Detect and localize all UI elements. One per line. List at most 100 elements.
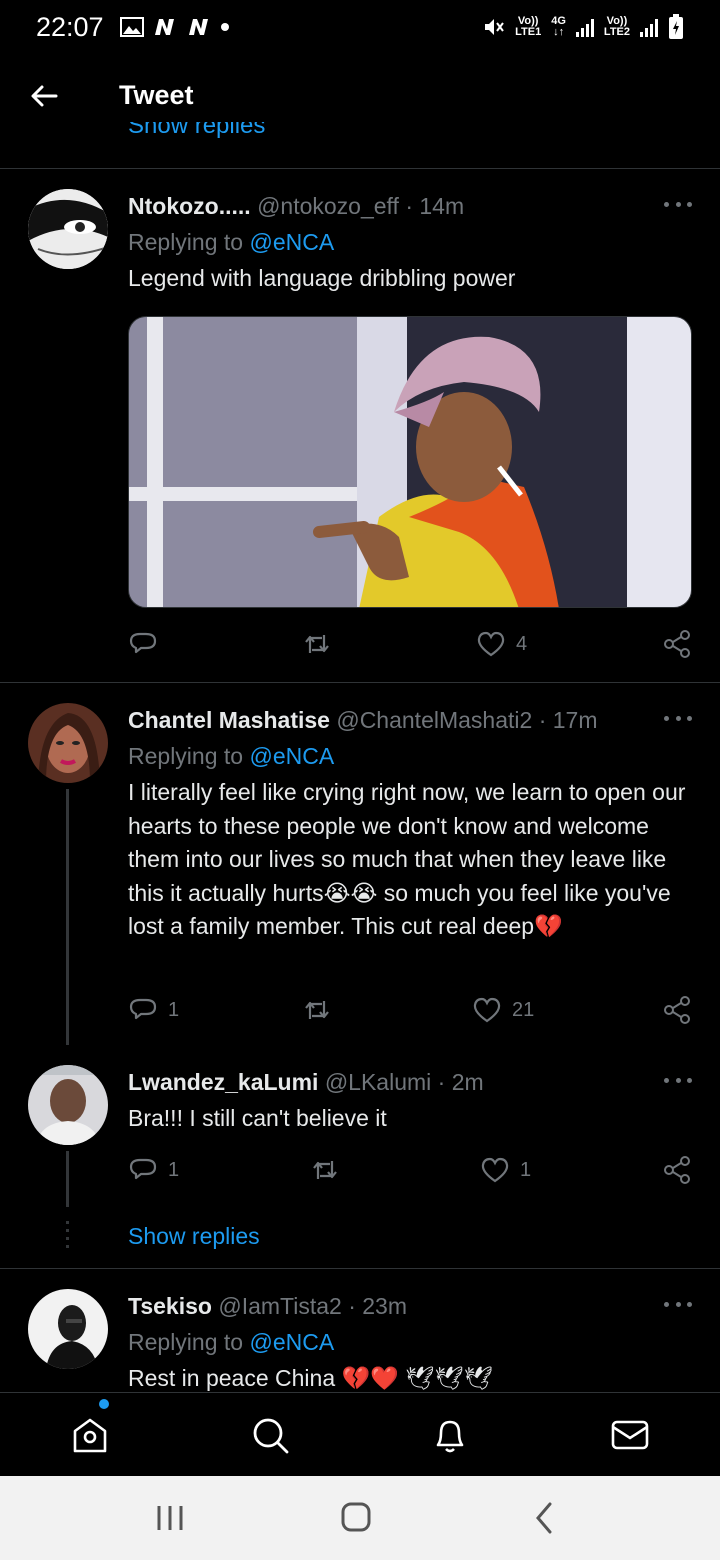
- home-icon[interactable]: [70, 1415, 110, 1455]
- share-button[interactable]: [662, 995, 692, 1025]
- reply-mention-link[interactable]: @eNCA: [249, 1329, 334, 1355]
- notification-dot: [99, 1399, 109, 1409]
- tweet-ntokozo[interactable]: Ntokozo..... @ntokozo_eff · 14m Replying…: [0, 169, 720, 682]
- retweet-icon: [305, 635, 329, 653]
- tweet-actions: 1 1: [128, 1155, 694, 1189]
- signal-icon: [575, 17, 594, 37]
- more-options-icon[interactable]: [664, 716, 692, 724]
- home-button-icon[interactable]: [336, 1500, 376, 1536]
- more-options-icon[interactable]: [664, 1078, 692, 1086]
- like-button[interactable]: 21: [472, 995, 534, 1025]
- timestamp: · 23m: [348, 1293, 407, 1319]
- handle[interactable]: @IamTista2: [218, 1293, 341, 1319]
- tweet-actions: 4: [128, 629, 694, 663]
- bottom-navigation: [0, 1392, 720, 1476]
- tweet-lwandez[interactable]: Lwandez_kaLumi @LKalumi · 2m Bra!!! I st…: [0, 1045, 720, 1268]
- like-button[interactable]: 4: [476, 629, 527, 659]
- sim1-label: Vo)) LTE1: [515, 15, 542, 38]
- reply-mention-link[interactable]: @eNCA: [249, 743, 334, 769]
- notification-icons: [119, 17, 230, 37]
- status-time: 22:07: [36, 11, 104, 42]
- handle[interactable]: @ChantelMashati2: [336, 707, 532, 733]
- avatar[interactable]: [28, 1065, 108, 1145]
- show-replies-link[interactable]: Show replies: [128, 1223, 260, 1250]
- tweet-header: Tsekiso @IamTista2 · 23m: [128, 1293, 407, 1320]
- tweet-tsekiso[interactable]: Tsekiso @IamTista2 · 23m Replying to @eN…: [0, 1269, 720, 1391]
- reply-button[interactable]: [128, 629, 168, 659]
- signal-icon-2: [640, 17, 658, 37]
- tweet-text: Rest in peace China 💔❤️ 🕊🕊🕊: [128, 1365, 493, 1391]
- share-icon: [664, 1156, 690, 1184]
- mute-icon: [485, 19, 504, 35]
- retweet-icon: [313, 1161, 337, 1179]
- messages-icon[interactable]: [610, 1415, 650, 1455]
- heart-icon: [473, 997, 501, 1023]
- news-n-icon: [154, 19, 174, 35]
- tweet-text: I literally feel like crying right now, …: [128, 779, 686, 939]
- notifications-icon[interactable]: [430, 1415, 470, 1455]
- status-bar: 22:07 Vo)) LTE1 4G ↓↑ Vo)) LTE2: [0, 0, 720, 54]
- share-icon: [664, 630, 690, 658]
- news-n-icon-2: [188, 19, 208, 35]
- handle[interactable]: @LKalumi: [325, 1069, 431, 1095]
- sim2-label: Vo)) LTE2: [603, 15, 630, 38]
- display-name[interactable]: Ntokozo.....: [128, 193, 251, 219]
- show-replies-link-top[interactable]: Show replies: [128, 122, 265, 146]
- share-button[interactable]: [662, 1155, 692, 1185]
- tweet-image[interactable]: [128, 316, 692, 608]
- display-name[interactable]: Chantel Mashatise: [128, 707, 330, 733]
- dot-icon: [220, 23, 229, 31]
- avatar[interactable]: [28, 1289, 108, 1369]
- retweet-button[interactable]: [302, 995, 342, 1025]
- avatar[interactable]: [28, 703, 108, 783]
- gallery-icon: [119, 17, 144, 37]
- share-icon: [664, 996, 690, 1024]
- like-count: 21: [512, 998, 535, 1021]
- thread-dots: [66, 1221, 69, 1251]
- tweet-actions: 1 21: [128, 995, 694, 1029]
- reply-icon: [129, 632, 157, 654]
- tweet-header: Lwandez_kaLumi @LKalumi · 2m: [128, 1069, 484, 1096]
- display-name[interactable]: Lwandez_kaLumi: [128, 1069, 318, 1095]
- retweet-icon: [305, 1001, 329, 1019]
- tweet-text: Legend with language dribbling power: [128, 265, 516, 291]
- back-icon[interactable]: [524, 1500, 564, 1536]
- reply-mention-link[interactable]: @eNCA: [249, 229, 334, 255]
- thread-line: [66, 789, 69, 1045]
- tweet-header: Chantel Mashatise @ChantelMashati2 · 17m: [128, 707, 597, 734]
- replying-to: Replying to @eNCA: [128, 229, 335, 255]
- tweet-chantel[interactable]: Chantel Mashatise @ChantelMashati2 · 17m…: [0, 683, 720, 1045]
- top-app-bar: Tweet: [0, 54, 720, 140]
- battery-icon: [669, 14, 683, 39]
- display-name[interactable]: Tsekiso: [128, 1293, 212, 1319]
- search-icon[interactable]: [250, 1415, 290, 1455]
- arrow-left-icon[interactable]: [28, 80, 60, 112]
- like-count: 4: [516, 632, 528, 655]
- timestamp: · 14m: [405, 193, 465, 219]
- page-title: Tweet: [119, 80, 194, 110]
- heart-icon: [481, 1157, 509, 1183]
- network-type: 4G ↓↑: [551, 15, 566, 38]
- more-options-icon[interactable]: [664, 1302, 692, 1310]
- reply-button[interactable]: 1: [128, 1155, 179, 1185]
- replying-to: Replying to @eNCA: [128, 743, 335, 769]
- retweet-button[interactable]: [302, 629, 342, 659]
- reply-button[interactable]: 1: [128, 995, 179, 1025]
- like-button[interactable]: 1: [480, 1155, 531, 1185]
- reply-count: 1: [168, 998, 180, 1021]
- heart-icon: [477, 631, 505, 657]
- more-options-icon[interactable]: [664, 202, 692, 210]
- avatar[interactable]: [28, 189, 108, 269]
- replying-to: Replying to @eNCA: [128, 1329, 335, 1355]
- thread-line: [66, 1151, 69, 1207]
- tweet-text: Bra!!! I still can't believe it: [128, 1105, 387, 1131]
- recents-icon[interactable]: [150, 1500, 190, 1536]
- handle[interactable]: @ntokozo_eff: [257, 193, 399, 219]
- share-button[interactable]: [662, 629, 692, 659]
- system-navigation-bar: [0, 1476, 720, 1560]
- reply-icon: [129, 998, 157, 1020]
- timestamp: · 17m: [538, 707, 598, 733]
- like-count: 1: [520, 1158, 532, 1181]
- reply-icon: [129, 1158, 157, 1180]
- retweet-button[interactable]: [310, 1155, 350, 1185]
